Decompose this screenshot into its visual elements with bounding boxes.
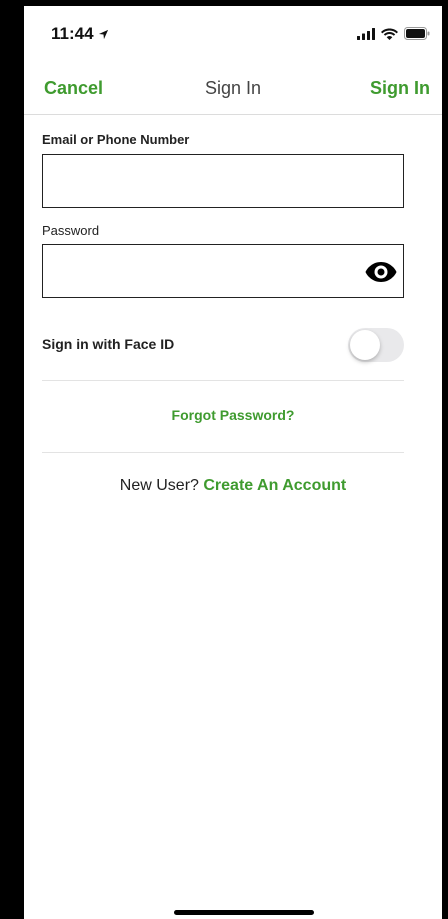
- show-password-button[interactable]: [364, 260, 398, 284]
- password-field[interactable]: [42, 244, 404, 298]
- forgot-password-link[interactable]: Forgot Password?: [24, 407, 442, 423]
- status-icons: [357, 27, 430, 40]
- password-label: Password: [42, 223, 100, 238]
- email-label: Email or Phone Number: [42, 132, 190, 147]
- phone-frame: 11:44 Cancel Sign In Sign In Email or Ph…: [0, 0, 448, 919]
- new-user-prefix: New User?: [119, 477, 199, 494]
- toggle-knob: [350, 330, 380, 360]
- wifi-icon: [381, 28, 398, 40]
- new-user-row: New User? Create An Account: [24, 477, 442, 495]
- battery-icon: [404, 27, 430, 40]
- eye-icon: [365, 262, 397, 282]
- nav-bar: Cancel Sign In Sign In: [24, 58, 442, 115]
- face-id-toggle[interactable]: [348, 328, 404, 362]
- email-field[interactable]: [42, 154, 404, 208]
- cellular-signal-icon: [357, 27, 375, 40]
- home-indicator[interactable]: [174, 910, 314, 915]
- face-id-label: Sign in with Face ID: [42, 336, 175, 352]
- location-arrow-icon: [98, 29, 108, 39]
- sign-in-button[interactable]: Sign In: [370, 78, 430, 99]
- status-bar: 11:44: [24, 6, 442, 58]
- create-account-link[interactable]: Create An Account: [203, 477, 346, 494]
- face-id-row: Sign in with Face ID: [42, 324, 404, 364]
- status-time: 11:44: [51, 24, 94, 43]
- divider: [42, 380, 404, 381]
- status-time-group: 11:44: [51, 24, 109, 44]
- divider: [42, 452, 404, 453]
- screen: 11:44 Cancel Sign In Sign In Email or Ph…: [24, 6, 442, 919]
